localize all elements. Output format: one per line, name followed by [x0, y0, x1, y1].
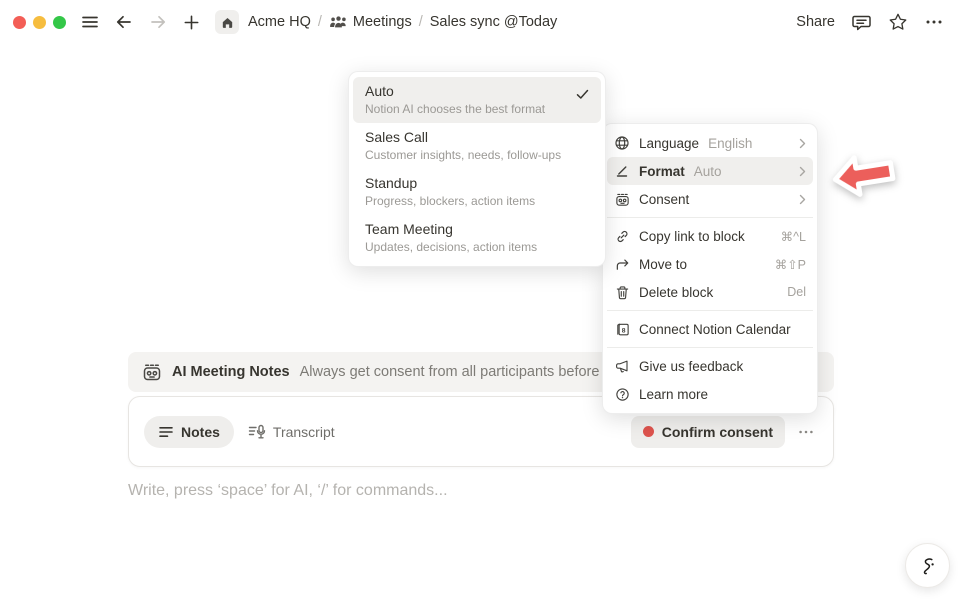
home-icon	[220, 15, 235, 30]
home-button[interactable]	[215, 10, 239, 34]
red-left-arrow	[828, 146, 901, 204]
notes-lines-icon	[158, 425, 174, 439]
shortcut-label: ⌘^L	[781, 229, 806, 244]
tab-transcript-label: Transcript	[273, 424, 335, 440]
format-pen-icon	[614, 163, 630, 179]
format-option-team-meeting[interactable]: Team Meeting Updates, decisions, action …	[353, 215, 601, 261]
format-option-auto[interactable]: Auto Notion AI chooses the best format	[353, 77, 601, 123]
format-option-standup[interactable]: Standup Progress, blockers, action items	[353, 169, 601, 215]
breadcrumb: Acme HQ / Meetings / Sales sync @Today	[248, 14, 557, 30]
breadcrumb-separator: /	[318, 14, 322, 30]
move-to-icon	[614, 257, 630, 272]
menu-divider	[607, 217, 813, 218]
close-window-button[interactable]	[13, 16, 26, 29]
back-arrow-icon	[114, 12, 134, 32]
breadcrumb-separator: /	[419, 14, 423, 30]
plus-icon	[182, 13, 201, 32]
record-dot-icon	[643, 426, 654, 437]
topbar: Acme HQ / Meetings / Sales sync @Today S…	[0, 0, 960, 44]
breadcrumb-meetings[interactable]: Meetings	[329, 14, 412, 30]
menu-divider	[607, 347, 813, 348]
comment-icon	[851, 12, 872, 33]
menu-item-learn-more[interactable]: Learn more	[607, 380, 813, 408]
menu-item-consent[interactable]: Consent	[607, 185, 813, 213]
chevron-right-icon	[799, 166, 806, 177]
tab-notes[interactable]: Notes	[144, 416, 234, 448]
transcript-mic-icon	[248, 424, 266, 440]
sidebar-toggle-button[interactable]	[80, 12, 100, 32]
consent-recorder-icon	[142, 362, 162, 382]
link-icon	[614, 229, 630, 244]
megaphone-icon	[614, 359, 630, 374]
tab-notes-label: Notes	[181, 424, 220, 440]
menu-item-copy-link[interactable]: Copy link to block ⌘^L	[607, 222, 813, 250]
tab-transcript[interactable]: Transcript	[248, 424, 335, 440]
trash-icon	[614, 285, 630, 300]
back-button[interactable]	[114, 12, 134, 32]
chevron-right-icon	[799, 138, 806, 149]
sidebar-toggle-icon	[80, 12, 100, 32]
menu-item-language[interactable]: Language English	[607, 129, 813, 157]
new-page-button[interactable]	[182, 13, 201, 32]
menu-divider	[607, 310, 813, 311]
notion-ai-face-icon	[916, 554, 940, 578]
menu-item-move-to[interactable]: Move to ⌘⇧P	[607, 250, 813, 278]
breadcrumb-workspace[interactable]: Acme HQ	[248, 14, 311, 30]
forward-arrow-icon	[148, 12, 168, 32]
consent-notice: Always get consent from all participants…	[300, 364, 600, 380]
meeting-people-icon	[329, 15, 348, 29]
favorite-button[interactable]	[888, 12, 908, 32]
menu-item-format[interactable]: Format Auto	[607, 157, 813, 185]
svg-text:8: 8	[621, 327, 625, 334]
menu-item-delete-block[interactable]: Delete block Del	[607, 278, 813, 306]
block-more-button[interactable]	[797, 423, 815, 441]
notion-window: Acme HQ / Meetings / Sales sync @Today S…	[0, 0, 960, 600]
chevron-right-icon	[799, 194, 806, 205]
page-more-button[interactable]	[924, 12, 944, 32]
consent-recorder-icon	[614, 192, 630, 207]
shortcut-label: Del	[787, 285, 806, 299]
share-button[interactable]: Share	[796, 14, 835, 30]
confirm-consent-button[interactable]: Confirm consent	[631, 416, 785, 448]
block-title: AI Meeting Notes	[172, 364, 290, 380]
more-icon	[924, 12, 944, 32]
more-icon	[797, 423, 815, 441]
comments-button[interactable]	[851, 12, 872, 33]
topbar-actions: Share	[796, 12, 960, 33]
globe-icon	[614, 135, 630, 151]
menu-item-connect-notion-calendar[interactable]: 8 Connect Notion Calendar	[607, 315, 813, 343]
menu-item-give-feedback[interactable]: Give us feedback	[607, 352, 813, 380]
confirm-consent-label: Confirm consent	[662, 424, 773, 440]
block-options-menu: Language English Format Auto Consent	[602, 123, 818, 414]
calendar-icon: 8	[614, 322, 630, 337]
window-controls	[0, 16, 66, 29]
format-submenu: Auto Notion AI chooses the best format S…	[348, 71, 606, 267]
minimize-window-button[interactable]	[33, 16, 46, 29]
star-icon	[888, 12, 908, 32]
check-icon	[576, 89, 589, 100]
breadcrumb-page-title[interactable]: Sales sync @Today	[430, 14, 558, 30]
editor-placeholder[interactable]: Write, press ‘space’ for AI, ‘/’ for com…	[128, 482, 448, 500]
format-option-sales-call[interactable]: Sales Call Customer insights, needs, fol…	[353, 123, 601, 169]
breadcrumb-meetings-label: Meetings	[353, 14, 412, 30]
question-icon	[614, 387, 630, 402]
forward-button[interactable]	[148, 12, 168, 32]
zoom-window-button[interactable]	[53, 16, 66, 29]
notion-ai-fab-button[interactable]	[905, 543, 950, 588]
shortcut-label: ⌘⇧P	[775, 257, 806, 272]
